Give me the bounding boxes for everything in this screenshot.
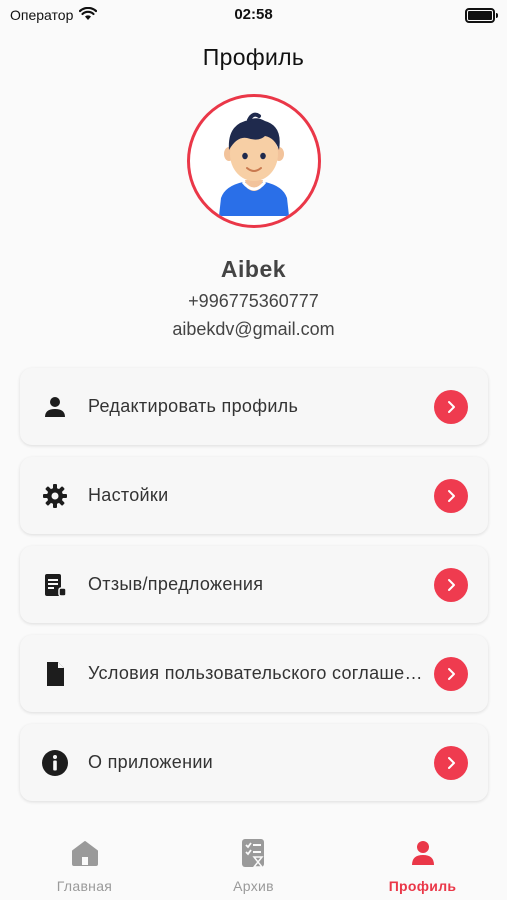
menu-item-about[interactable]: О приложении <box>20 724 488 801</box>
chevron-right-icon[interactable] <box>434 389 468 424</box>
tab-home[interactable]: Главная <box>25 826 145 900</box>
chevron-right-icon[interactable] <box>434 745 468 780</box>
page-title: Профиль <box>202 44 305 70</box>
info-icon <box>40 748 70 778</box>
tab-label: Архив <box>233 878 274 894</box>
avatar[interactable] <box>187 94 321 228</box>
menu-item-settings[interactable]: Настойки <box>20 457 488 534</box>
document-icon <box>40 659 70 689</box>
menu-item-label: Настойки <box>88 485 169 505</box>
menu-item-terms[interactable]: Условия пользовательского соглашения <box>20 635 488 712</box>
menu-item-label: Редактировать профиль <box>88 396 299 416</box>
profile-menu: Редактировать профиль Настойки Отзыв/пре… <box>20 368 488 813</box>
tab-label: Профиль <box>388 878 457 894</box>
user-phone: +996775360777 <box>188 291 319 311</box>
tab-label: Главная <box>56 878 113 894</box>
menu-item-edit-profile[interactable]: Редактировать профиль <box>20 368 488 445</box>
menu-item-label: Условия пользовательского соглашения <box>88 663 434 683</box>
chevron-right-icon[interactable] <box>434 567 468 602</box>
profile-icon <box>408 838 438 868</box>
menu-item-feedback[interactable]: Отзыв/предложения <box>20 546 488 623</box>
menu-item-label: О приложении <box>88 752 214 772</box>
chevron-right-icon[interactable] <box>434 656 468 691</box>
user-name: Aibek <box>220 256 287 282</box>
archive-icon <box>239 838 269 868</box>
chevron-right-icon[interactable] <box>434 478 468 513</box>
user-email: aibekdv@gmail.com <box>172 319 335 339</box>
tab-profile[interactable]: Профиль <box>363 826 483 900</box>
tab-archive[interactable]: Архив <box>194 826 314 900</box>
gear-icon <box>40 481 70 511</box>
menu-item-label: Отзыв/предложения <box>88 574 264 594</box>
battery-icon <box>465 7 498 23</box>
home-icon <box>70 838 100 868</box>
status-bar: Оператор 02:58 <box>0 0 507 30</box>
person-icon <box>40 392 70 422</box>
bottom-tab-bar: Главная Архив Профиль <box>0 826 507 900</box>
feedback-icon <box>40 570 70 600</box>
user-avatar-icon <box>219 112 289 216</box>
status-time: 02:58 <box>234 6 273 23</box>
